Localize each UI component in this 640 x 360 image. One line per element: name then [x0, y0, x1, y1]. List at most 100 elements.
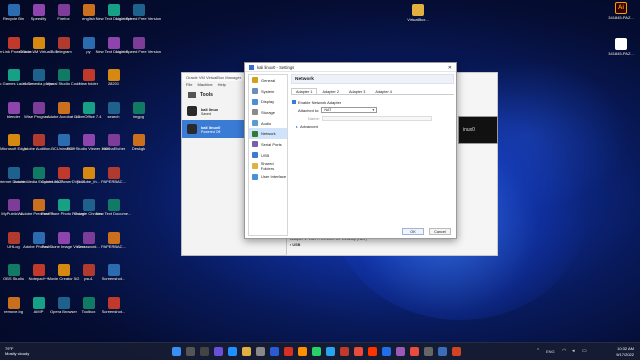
desktop-icon[interactable]: search [101, 100, 126, 133]
language-indicator[interactable]: ENG [546, 349, 555, 354]
desktop-icon[interactable]: Light Speed Free Version [116, 2, 161, 35]
chevron-up-icon[interactable]: ⌃ [536, 348, 540, 354]
menu-machine[interactable]: Machine [197, 82, 212, 87]
illustrator-icon[interactable] [368, 347, 377, 356]
desktop-icon[interactable]: Screenshot... [101, 295, 126, 328]
desktop-icon[interactable]: Toolbox [76, 295, 101, 328]
firefox-icon[interactable] [298, 347, 307, 356]
desktop-icon[interactable]: Recycle Bin [1, 2, 26, 35]
desktop-icon[interactable]: Firefox [51, 2, 76, 35]
chrome-icon[interactable] [284, 347, 293, 356]
desktop-icon[interactable]: Speedify [26, 2, 51, 35]
weather-widget[interactable]: 79°F Mostly cloudy [5, 346, 29, 356]
usb-icon [252, 152, 258, 159]
desktop-icon[interactable]: PAPERBAC... [101, 165, 126, 198]
desktop-icon[interactable]: Adobe Acrobat DC [47, 100, 80, 133]
vm-icon [187, 106, 197, 116]
desktop-icon[interactable]: CyberLink PowerDVD 21 [41, 165, 86, 198]
wifi-icon[interactable]: ◠ [562, 348, 566, 354]
windows-start-icon[interactable] [172, 347, 181, 356]
telegram-icon[interactable] [326, 347, 335, 356]
battery-icon[interactable]: ▭ [582, 348, 587, 354]
desktop-icon[interactable]: Oracle VM VirtualBox [19, 35, 58, 68]
powerpoint-icon[interactable] [452, 347, 461, 356]
desktop-icon[interactable]: OBS Studio [1, 262, 26, 295]
desktop-icon[interactable]: balenaEtcher [101, 132, 126, 165]
desktop-icon[interactable]: Adobe Audition... [23, 132, 54, 165]
virtualbox-taskbar-icon[interactable] [270, 347, 279, 356]
word-icon[interactable] [438, 347, 447, 356]
advanced-toggle[interactable]: ▸ Advanced [292, 122, 454, 130]
desktop-icon[interactable]: New folder [76, 67, 101, 100]
desktop-icon-label: search [107, 113, 120, 119]
nav-display[interactable]: Display [249, 96, 287, 107]
desktop-icon-label: Notepad++ [28, 276, 49, 281]
desktop-icon[interactable]: youtube_th... [76, 165, 101, 198]
edge-icon[interactable] [228, 347, 237, 356]
desktop-icon[interactable]: Visual Studio Code [47, 67, 80, 100]
desktop-icon[interactable]: PDF Studio Viewer 2022 [67, 132, 110, 165]
nav-serial-ports[interactable]: Serial Ports [249, 139, 287, 150]
nav-storage[interactable]: Storage [249, 107, 287, 118]
desktop-icon-label: Firefox [57, 16, 70, 21]
clock[interactable]: 10:32 AM 9/17/2022 [616, 346, 634, 357]
menu-file[interactable]: File [186, 82, 192, 87]
settings-dialog[interactable]: kali linux0 - Settings ✕ General System … [244, 62, 457, 239]
premiere-icon[interactable] [396, 347, 405, 356]
desktop-icon[interactable]: LibreOffice 7.4 [76, 100, 101, 133]
desktop-icon-virtualbox-folder[interactable]: VirtualBox... [403, 4, 433, 22]
task-view-icon[interactable] [200, 347, 209, 356]
attached-to-select[interactable]: NAT ▾ [321, 107, 378, 113]
nav-user-interface[interactable]: User Interface [249, 171, 287, 182]
store-icon[interactable] [256, 347, 265, 356]
photoshop-icon[interactable] [382, 347, 391, 356]
app-icon [82, 296, 95, 309]
app-icon [82, 36, 95, 49]
desktop-icon[interactable]: Telegram [51, 35, 76, 68]
desktop-icon[interactable]: psu1 [76, 262, 101, 295]
desktop-icon-document-file[interactable]: 341845-PAZ... [606, 38, 636, 56]
desktop-icon[interactable]: remove.bg [1, 295, 26, 328]
desktop-icon[interactable]: AIMP [26, 295, 51, 328]
speaker-icon[interactable]: ◂ [572, 348, 575, 354]
desktop-icon[interactable]: FastStone Image Viewer [42, 230, 85, 263]
desktop-icon[interactable]: blender [1, 100, 26, 133]
file-explorer-icon[interactable] [242, 347, 251, 356]
desktop-icon[interactable]: PAPERBAC... [101, 230, 126, 263]
tab-adapter-4[interactable]: Adapter 4 [370, 88, 396, 94]
desktop-icon[interactable]: FastStone Photo Resizer [41, 197, 86, 230]
nav-usb[interactable]: USB [249, 150, 287, 161]
desktop-icon[interactable]: New Text Docume... [96, 197, 131, 230]
app-icon[interactable] [424, 347, 433, 356]
desktop-icon[interactable]: imgpg [126, 100, 151, 133]
tab-adapter-3[interactable]: Adapter 3 [344, 88, 370, 94]
acrobat-icon[interactable] [354, 347, 363, 356]
cancel-button[interactable]: Cancel [429, 228, 451, 235]
tab-adapter-1[interactable]: Adapter 1 [291, 88, 318, 94]
desktop-icon[interactable]: Crossword... [76, 230, 101, 263]
close-icon[interactable]: ✕ [448, 65, 452, 71]
desktop-icon-illustrator-file[interactable]: Ai 341845-PAZ... [606, 2, 636, 20]
search-icon[interactable] [186, 347, 195, 356]
desktop-icon[interactable]: Light Speed Free Version [116, 35, 161, 68]
ok-button[interactable]: OK [402, 228, 424, 235]
desktop-icon[interactable]: Movie Creator 5/2 [48, 262, 79, 295]
nav-shared-folders[interactable]: Shared Folders [249, 161, 287, 172]
tab-adapter-2[interactable]: Adapter 2 [317, 88, 343, 94]
desktop-icon[interactable]: Deskgk [126, 132, 151, 165]
adapter-tabs: Adapter 1 Adapter 2 Adapter 3 Adapter 4 [291, 88, 454, 95]
desktop-icon[interactable]: Screenshot... [101, 262, 126, 295]
desktop-icon[interactable]: Opera Browser [50, 295, 77, 328]
display-icon [252, 98, 258, 105]
opera-icon[interactable] [410, 347, 419, 356]
desktop-icon[interactable]: 28201 [101, 67, 126, 100]
widgets-icon[interactable] [214, 347, 223, 356]
nav-general[interactable]: General [249, 75, 287, 86]
nav-system[interactable]: System [249, 86, 287, 97]
nav-audio[interactable]: Audio [249, 118, 287, 129]
menu-help[interactable]: Help [218, 82, 226, 87]
nav-network[interactable]: Network [249, 128, 287, 140]
pdf-icon[interactable] [340, 347, 349, 356]
enable-adapter-checkbox[interactable] [292, 100, 296, 104]
whatsapp-icon[interactable] [312, 347, 321, 356]
